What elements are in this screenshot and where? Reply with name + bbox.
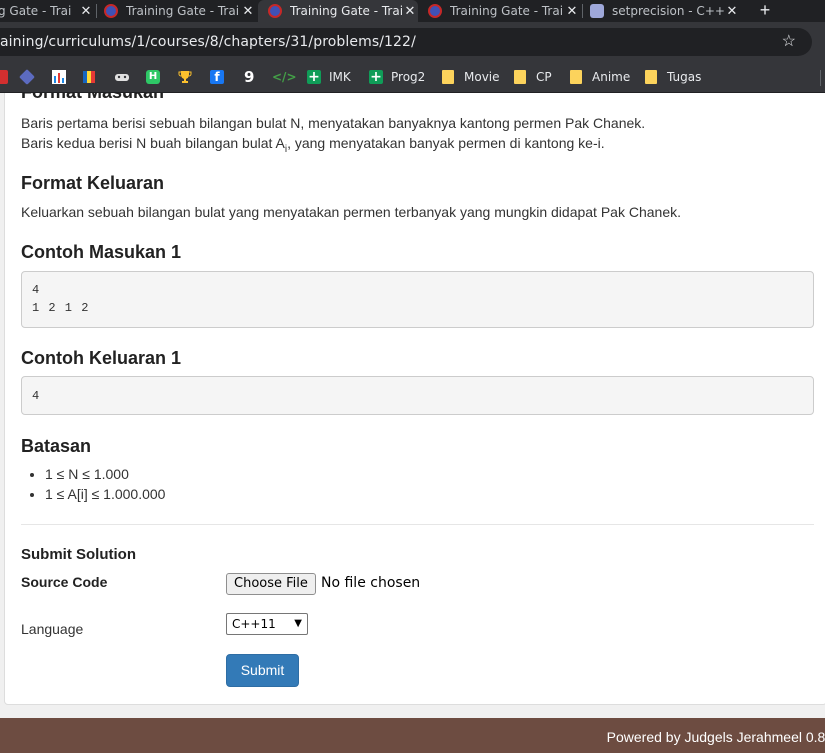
folder-icon [645, 70, 657, 84]
source-code-label: Source Code [21, 574, 108, 590]
sample-output-line: 4 [32, 389, 40, 403]
page-footer: Powered by Judgels Jerahmeel 0.8.0 [0, 718, 825, 753]
choose-file-button[interactable]: Choose File [226, 573, 316, 595]
dropdown-arrow-icon: ▼ [294, 618, 302, 629]
bookmark-nine-icon[interactable]: 9 [244, 62, 254, 92]
input-line-1: Baris pertama berisi sebuah bilangan bul… [21, 115, 646, 131]
input-format-heading: Format Masukan [21, 93, 164, 103]
tab-title: g Gate - Trai [0, 4, 72, 18]
plus-icon: + [307, 69, 321, 85]
bookmark-star-icon[interactable]: ☆ [782, 31, 796, 51]
new-tab-button[interactable]: + [755, 0, 775, 22]
bookmark-prog2[interactable]: + Prog2 [369, 62, 425, 92]
browser-tab[interactable]: setprecision - C++ ✕ [590, 0, 740, 22]
bookmark-label: CP [536, 70, 552, 84]
bookmark-code-icon[interactable]: </> [272, 62, 297, 92]
sample-input-block: 4 1 2 1 2 [21, 271, 814, 328]
sample-input-line: 1 2 1 2 [32, 301, 89, 315]
sample-input-line: 4 [32, 283, 40, 297]
bookmark-facebook-icon[interactable]: f [210, 62, 232, 92]
bookmarks-bar: H f 9 </> + IMK + Prog2 Movie CP Anime T… [0, 62, 825, 93]
folder-icon [570, 70, 582, 84]
bookmark-trophy-icon[interactable] [178, 62, 192, 92]
bookmark-imk[interactable]: + IMK [307, 62, 351, 92]
output-format-text: Keluarkan sebuah bilangan bulat yang men… [21, 204, 681, 220]
browser-tab-active[interactable]: Training Gate - Trai ✕ [258, 0, 418, 22]
bookmark-gamepad-icon[interactable] [114, 62, 130, 92]
close-tab-icon[interactable]: ✕ [402, 4, 418, 19]
colored-flag-icon [83, 71, 95, 83]
output-format-heading: Format Keluaran [21, 173, 165, 193]
training-gate-favicon-icon [428, 4, 442, 18]
footer-text: Powered by Judgels Jerahmeel 0.8.0 [606, 729, 825, 745]
bookmark-label: IMK [329, 70, 351, 84]
tab-separator [96, 4, 97, 18]
language-selected-value: C++11 [232, 617, 276, 631]
trophy-icon [178, 71, 192, 83]
bookmark-label: Anime [592, 70, 631, 84]
input-format-text: Baris pertama berisi sebuah bilangan bul… [21, 113, 645, 160]
close-tab-icon[interactable]: ✕ [78, 4, 94, 19]
problem-card: Format Masukan Baris pertama berisi sebu… [4, 93, 825, 705]
bookmark-cube-icon[interactable] [19, 62, 42, 92]
close-tab-icon[interactable]: ✕ [564, 4, 580, 19]
plus-icon: + [369, 69, 383, 85]
submit-solution-heading: Submit Solution [21, 546, 136, 563]
bookmark-flag-icon[interactable] [82, 62, 96, 92]
cplusplus-favicon-icon [590, 4, 604, 18]
file-status-text: No file chosen [321, 575, 421, 591]
browser-tab-strip: g Gate - Trai ✕ Training Gate - Trai ✕ T… [0, 0, 825, 22]
close-tab-icon[interactable]: ✕ [240, 4, 256, 19]
bookmark-label: Movie [464, 70, 500, 84]
sample-output-block: 4 [21, 376, 814, 415]
browser-tab[interactable]: Training Gate - Trai ✕ [428, 0, 580, 22]
tab-title: setprecision - C++ [612, 4, 724, 18]
bookmark-folder-movie[interactable]: Movie [442, 62, 500, 92]
input-line-2a: Baris kedua berisi N buah bilangan bulat… [21, 135, 285, 151]
folder-icon [442, 70, 454, 84]
sample-output-heading: Contoh Keluaran 1 [21, 348, 182, 368]
gamepad-icon [115, 74, 129, 81]
bookmark-folder-tugas[interactable]: Tugas [645, 62, 701, 92]
bookmark-label: Prog2 [391, 70, 426, 84]
bookmark-label: Tugas [667, 70, 702, 84]
training-gate-favicon-icon [268, 4, 282, 18]
browser-tab[interactable]: g Gate - Trai ✕ [0, 0, 94, 22]
tab-title: Training Gate - Trai [450, 4, 564, 18]
language-select[interactable]: C++11 ▼ [226, 613, 308, 635]
close-tab-icon[interactable]: ✕ [724, 4, 740, 19]
limits-list: 1 ≤ N ≤ 1.000 1 ≤ A[i] ≤ 1.000.000 [21, 464, 165, 504]
bookmark-chart-icon[interactable] [52, 62, 66, 92]
url-text[interactable]: aining/curriculums/1/courses/8/chapters/… [0, 34, 416, 50]
limit-item: 1 ≤ N ≤ 1.000 [45, 464, 165, 484]
input-line-2b: , yang menyatakan banyak permen di kanto… [287, 135, 605, 151]
training-gate-favicon-icon [104, 4, 118, 18]
bookmarks-separator [820, 70, 821, 86]
browser-toolbar: aining/curriculums/1/courses/8/chapters/… [0, 22, 825, 62]
bookmark-h-icon[interactable]: H [146, 62, 168, 92]
limits-heading: Batasan [21, 436, 92, 456]
tab-title: Training Gate - Trai [290, 4, 402, 18]
submit-button[interactable]: Submit [226, 654, 299, 687]
language-label: Language [21, 621, 84, 637]
address-bar[interactable]: aining/curriculums/1/courses/8/chapters/… [0, 28, 812, 56]
limit-item: 1 ≤ A[i] ≤ 1.000.000 [45, 484, 165, 504]
tab-title: Training Gate - Trai [126, 4, 240, 18]
bar-chart-icon [52, 70, 66, 84]
section-divider [21, 524, 814, 525]
bookmark-folder-cp[interactable]: CP [514, 62, 552, 92]
tab-separator [582, 4, 583, 18]
bookmark-folder-anime[interactable]: Anime [570, 62, 630, 92]
folder-icon [514, 70, 526, 84]
page-viewport: Format Masukan Baris pertama berisi sebu… [0, 93, 825, 753]
browser-tab[interactable]: Training Gate - Trai ✕ [104, 0, 256, 22]
bookmark-red-icon[interactable] [0, 62, 16, 92]
sample-input-heading: Contoh Masukan 1 [21, 242, 182, 262]
